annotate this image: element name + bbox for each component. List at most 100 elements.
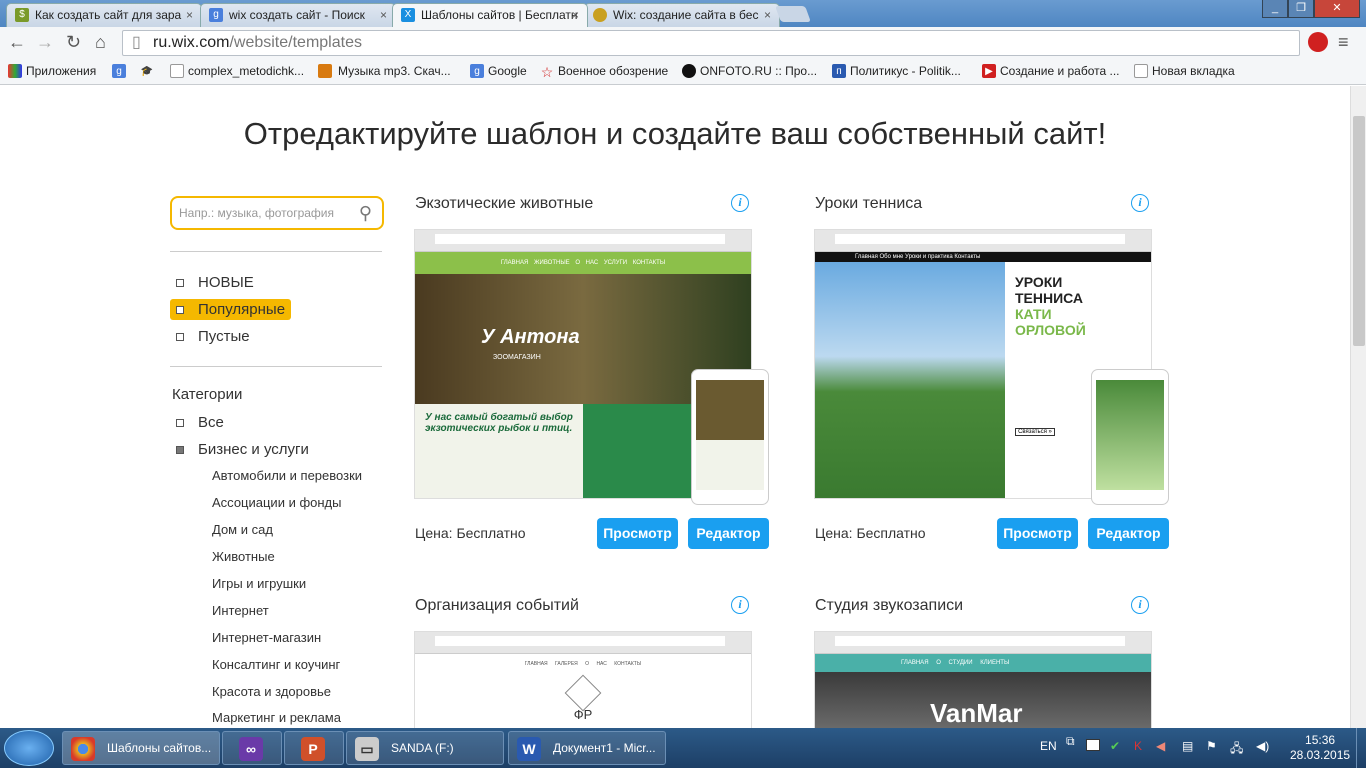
template-thumbnail[interactable]: ГЛАВНАЯ ГАЛЕРЕЯ О НАС КОНТАКТЫ ФР <box>414 631 752 728</box>
adblock-icon[interactable] <box>1308 32 1328 52</box>
tab-3[interactable]: Wix: создание сайта в бес × <box>584 3 780 27</box>
subcategory[interactable]: Красота и здоровье <box>212 684 331 699</box>
subcategory[interactable]: Консалтинг и коучинг <box>212 657 340 672</box>
show-hidden-icons[interactable]: ⧉ <box>1066 734 1075 749</box>
tab-title: Как создать сайт для зара <box>35 8 182 22</box>
subcategory[interactable]: Автомобили и перевозки <box>212 468 362 483</box>
new-tab-button[interactable] <box>775 6 811 22</box>
thumb-tagline: У нас самый богатый выбор экзотических р… <box>415 404 583 498</box>
tab-1[interactable]: g wix создать сайт - Поиск × <box>200 3 396 27</box>
bookmark-music[interactable]: Музыка mp3. Скач... <box>318 63 451 79</box>
mobile-preview <box>691 369 769 505</box>
address-bar[interactable]: ▯ ru.wix.com/website/templates <box>122 30 1300 56</box>
volume-icon[interactable]: ◀) <box>1256 739 1269 753</box>
editor-button[interactable]: Редактор <box>1088 518 1169 549</box>
url-path: /website/templates <box>229 34 362 51</box>
subcategory[interactable]: Животные <box>212 549 275 564</box>
thumb-brand: У Антона <box>481 326 580 348</box>
filter-popular[interactable]: Популярные <box>170 299 292 320</box>
search-placeholder: Напр.: музыка, фотография <box>179 206 334 220</box>
taskbar-word[interactable]: W Документ1 - Micr... <box>508 731 666 765</box>
taskbar-visual-studio[interactable]: ∞ <box>222 731 282 765</box>
bookmark-label: Военное обозрение <box>558 64 669 78</box>
bookmark-google[interactable]: g Google <box>470 63 527 79</box>
close-tab-icon[interactable]: × <box>764 4 771 26</box>
taskbar-drive[interactable]: ▭ SANDA (F:) <box>346 731 504 765</box>
info-icon[interactable]: i <box>1131 596 1149 614</box>
graduation-cap-icon: 🎓 <box>140 66 154 77</box>
menu-icon[interactable]: ≡ <box>1338 32 1349 53</box>
close-window-button[interactable]: ✕ <box>1314 0 1360 18</box>
taskbar-powerpoint[interactable]: P <box>284 731 344 765</box>
language-indicator[interactable]: EN <box>1040 739 1057 753</box>
tab-title: wix создать сайт - Поиск <box>229 8 365 22</box>
show-desktop-button[interactable] <box>1356 728 1366 768</box>
bookmark-label: Политикус - Politik... <box>850 64 961 78</box>
taskbar-label: Документ1 - Micr... <box>553 741 656 755</box>
thumb-button: Связаться » <box>1015 428 1055 436</box>
usb-safe-remove-icon[interactable]: ✔ <box>1110 739 1120 753</box>
subcategory[interactable]: Игры и игрушки <box>212 576 306 591</box>
speaker-icon[interactable]: ◀ <box>1156 739 1165 753</box>
youtube-icon: ▶ <box>982 64 996 78</box>
close-tab-icon[interactable]: × <box>572 4 579 26</box>
close-tab-icon[interactable]: × <box>380 4 387 26</box>
bookmark-voennoe[interactable]: ☆ Военное обозрение <box>540 63 669 80</box>
subcategory[interactable]: Маркетинг и реклама <box>212 710 341 725</box>
reload-icon[interactable]: ↻ <box>66 32 81 53</box>
search-icon[interactable]: ⚲ <box>359 198 372 228</box>
start-button[interactable] <box>4 730 54 766</box>
page-scrollbar[interactable] <box>1350 86 1366 728</box>
preview-button[interactable]: Просмотр <box>597 518 678 549</box>
filter-new[interactable]: НОВЫЕ <box>170 272 260 293</box>
category-business[interactable]: Бизнес и услуги <box>170 439 315 460</box>
maximize-button[interactable]: ❐ <box>1288 0 1314 18</box>
politikus-icon: п <box>832 64 846 78</box>
bookmark-label: complex_metodichk... <box>188 64 305 78</box>
bookmark-youtube[interactable]: ▶ Создание и работа ... <box>982 63 1120 79</box>
page-icon <box>1134 64 1148 78</box>
template-thumbnail[interactable]: ГЛАВНАЯ О СТУДИИ КЛИЕНТЫ VanMar <box>814 631 1152 728</box>
subcategory[interactable]: Интернет <box>212 603 269 618</box>
search-input[interactable]: Напр.: музыка, фотография ⚲ <box>170 196 384 230</box>
subcategory[interactable]: Дом и сад <box>212 522 273 537</box>
kaspersky-icon[interactable]: K <box>1134 739 1142 753</box>
tab-0[interactable]: $ Как создать сайт для зара × <box>6 3 202 27</box>
info-icon[interactable]: i <box>1131 194 1149 212</box>
page-icon: ▯ <box>132 34 141 51</box>
back-icon[interactable]: ← <box>8 32 26 53</box>
filter-empty[interactable]: Пустые <box>170 326 256 347</box>
system-clock[interactable]: 15:36 28.03.2015 <box>1290 733 1350 763</box>
info-icon[interactable]: i <box>731 194 749 212</box>
tray-app-icon[interactable] <box>1086 739 1100 751</box>
bookmark-apps[interactable]: Приложения <box>8 63 96 79</box>
tab-2-active[interactable]: X Шаблоны сайтов | Бесплатн × <box>392 3 588 27</box>
bookmark-onfoto[interactable]: ONFOTO.RU :: Про... <box>682 63 817 79</box>
categories-title: Категории <box>172 386 243 403</box>
thumb-nav: ГЛАВНАЯ ЖИВОТНЫЕ О НАС УСЛУГИ КОНТАКТЫ <box>415 252 751 274</box>
network-icon[interactable]: 🖧 <box>1230 739 1243 760</box>
close-tab-icon[interactable]: × <box>186 4 193 26</box>
editor-button[interactable]: Редактор <box>688 518 769 549</box>
forward-icon[interactable]: → <box>36 32 54 53</box>
bookmark-complex[interactable]: complex_metodichk... <box>170 63 304 79</box>
info-icon[interactable]: i <box>731 596 749 614</box>
category-label: Бизнес и услуги <box>198 441 309 458</box>
taskbar: Шаблоны сайтов... ∞ P ▭ SANDA (F:) W Докум… <box>0 728 1366 768</box>
subcategory[interactable]: Ассоциации и фонды <box>212 495 341 510</box>
bookmark-label: Новая вкладка <box>1152 64 1235 78</box>
action-center-flag-icon[interactable]: ⚑ <box>1206 739 1217 753</box>
category-all[interactable]: Все <box>170 412 230 433</box>
subcategory[interactable]: Интернет-магазин <box>212 630 321 645</box>
minimize-button[interactable]: _ <box>1262 0 1288 18</box>
tab-strip: $ Как создать сайт для зара × g wix создать… <box>0 0 1366 27</box>
taskbar-chrome[interactable]: Шаблоны сайтов... <box>62 731 220 765</box>
bookmark-newtab[interactable]: Новая вкладка <box>1134 63 1235 79</box>
home-icon[interactable]: ⌂ <box>95 32 106 53</box>
checkbox-icon <box>176 333 184 341</box>
preview-button[interactable]: Просмотр <box>997 518 1078 549</box>
bookmark-politikus[interactable]: п Политикус - Politik... <box>832 63 961 79</box>
scrollbar-thumb[interactable] <box>1353 116 1365 346</box>
document-tray-icon[interactable]: ▤ <box>1182 739 1193 753</box>
chrome-icon <box>71 737 95 761</box>
